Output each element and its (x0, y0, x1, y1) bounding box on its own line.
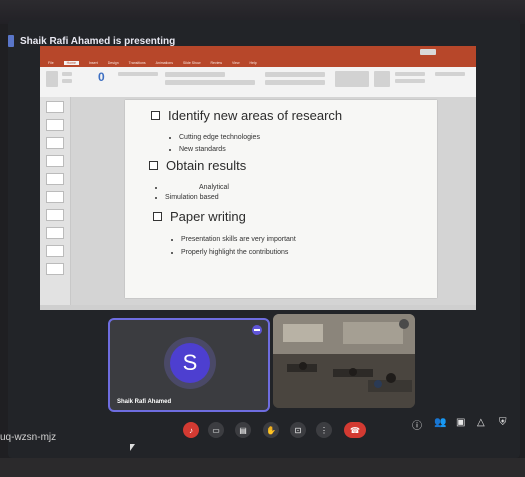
paste-icon[interactable] (46, 71, 58, 87)
room-video-feed (273, 314, 415, 408)
bullet-dot-icon (169, 148, 171, 151)
paragraph-group[interactable] (265, 72, 325, 77)
slide-thumbnail[interactable] (46, 191, 64, 203)
presenting-text: Shaik Rafi Ahamed is presenting (20, 35, 176, 47)
camera-icon: ▭ (212, 425, 220, 435)
slide-thumbnail[interactable] (46, 263, 64, 275)
shape-outline-button[interactable] (395, 79, 425, 83)
mic-status-icon (399, 319, 409, 329)
floor-background (0, 458, 525, 477)
slide-bullet: Analytical (155, 184, 229, 191)
hand-icon: ✋ (266, 425, 276, 435)
slide-editing-area: Identify new areas of research Cutting e… (71, 97, 476, 305)
slide-thumbnail[interactable] (46, 227, 64, 239)
arrange-icon[interactable] (374, 71, 390, 87)
info-icon[interactable]: ⓘ (412, 417, 422, 432)
present-icon: ⊡ (294, 425, 302, 435)
present-indicator-icon (8, 35, 14, 47)
copy-icon[interactable] (62, 79, 72, 83)
camera-toggle-button[interactable]: ▭ (208, 422, 224, 438)
ppt-title-bar (40, 46, 476, 59)
shared-screen-powerpoint: File Home Insert Design Transitions Anim… (40, 46, 476, 310)
slide-heading: Identify new areas of research (151, 108, 342, 123)
avatar: S (170, 343, 210, 383)
more-options-button[interactable]: ⋮ (316, 422, 332, 438)
slide-thumbnail-pane (40, 97, 71, 305)
participant-name: Shaik Rafi Ahamed (117, 399, 172, 405)
checkbox-bullet-icon (151, 111, 160, 120)
chat-icon[interactable]: ▣ (456, 417, 465, 428)
font-format-group[interactable] (165, 80, 255, 85)
cut-icon[interactable] (62, 72, 72, 76)
host-controls-icon[interactable]: ⛨ (499, 417, 507, 428)
checkbox-bullet-icon (149, 161, 158, 170)
mouse-cursor (130, 444, 135, 451)
present-button[interactable]: ⊡ (290, 422, 306, 438)
speaking-indicator-icon (252, 325, 262, 335)
captions-icon: ▤ (239, 425, 247, 435)
tab-view[interactable]: View (232, 61, 240, 65)
participant-video-tile[interactable] (273, 314, 415, 408)
mic-off-icon: ♪ (189, 425, 193, 435)
checkbox-bullet-icon (153, 212, 162, 221)
hangup-icon: ☎ (350, 425, 360, 435)
slide-thumbnail[interactable] (46, 137, 64, 149)
mic-toggle-button[interactable]: ♪ (183, 422, 199, 438)
share-button[interactable] (420, 49, 436, 55)
slide-heading: Paper writing (153, 209, 246, 224)
tab-transitions[interactable]: Transitions (129, 61, 146, 65)
bullet-dot-icon (169, 136, 171, 139)
slide-thumbnail[interactable] (46, 209, 64, 221)
tab-review[interactable]: Review (211, 61, 222, 65)
slide-thumbnail[interactable] (46, 101, 64, 113)
slide-thumbnail[interactable] (46, 155, 64, 167)
slide-thumbnail[interactable] (46, 119, 64, 131)
shape-fill-button[interactable] (395, 72, 425, 76)
more-vert-icon: ⋮ (320, 425, 328, 435)
slide-bullet: Properly highlight the contributions (171, 249, 288, 256)
current-slide[interactable]: Identify new areas of research Cutting e… (125, 100, 437, 298)
ppt-ribbon-tabs: File Home Insert Design Transitions Anim… (40, 59, 476, 67)
activities-icon[interactable]: △ (477, 417, 485, 428)
ppt-status-bar (40, 305, 476, 310)
people-icon[interactable]: 👥 (434, 417, 446, 428)
slide-thumbnail[interactable] (46, 173, 64, 185)
font-family-select[interactable] (165, 72, 225, 77)
slide-thumbnail[interactable] (46, 245, 64, 257)
bullet-dot-icon (171, 251, 173, 254)
end-call-button[interactable]: ☎ (344, 422, 366, 438)
tab-home[interactable]: Home (63, 61, 79, 65)
tab-design[interactable]: Design (108, 61, 119, 65)
raise-hand-button[interactable]: ✋ (263, 422, 279, 438)
tab-file[interactable]: File (48, 61, 54, 65)
slide-bullet: Cutting edge technologies (169, 134, 260, 141)
alignment-group[interactable] (265, 80, 325, 85)
bullet-dot-icon (155, 196, 157, 199)
bullet-dot-icon (155, 186, 157, 189)
slide-bullet: Simulation based (155, 194, 219, 201)
tab-insert[interactable]: Insert (89, 61, 98, 65)
tab-help[interactable]: Help (250, 61, 257, 65)
slide-bullet: Presentation skills are very important (171, 236, 296, 243)
slide-heading: Obtain results (149, 158, 246, 173)
tab-animations[interactable]: Animations (156, 61, 173, 65)
tab-slideshow[interactable]: Slide Show (183, 61, 201, 65)
bullet-dot-icon (171, 238, 173, 241)
captions-button[interactable]: ▤ (235, 422, 251, 438)
find-button[interactable] (435, 72, 465, 76)
slide-bullet: New standards (169, 146, 226, 153)
layout-button[interactable] (118, 72, 158, 76)
ppt-ribbon: 0 (40, 67, 476, 98)
meeting-code: uq-wzsn-mjz (0, 432, 57, 443)
new-slide-icon[interactable]: 0 (98, 70, 105, 84)
participant-tile[interactable]: S Shaik Rafi Ahamed (108, 318, 270, 412)
shapes-gallery[interactable] (335, 71, 369, 87)
